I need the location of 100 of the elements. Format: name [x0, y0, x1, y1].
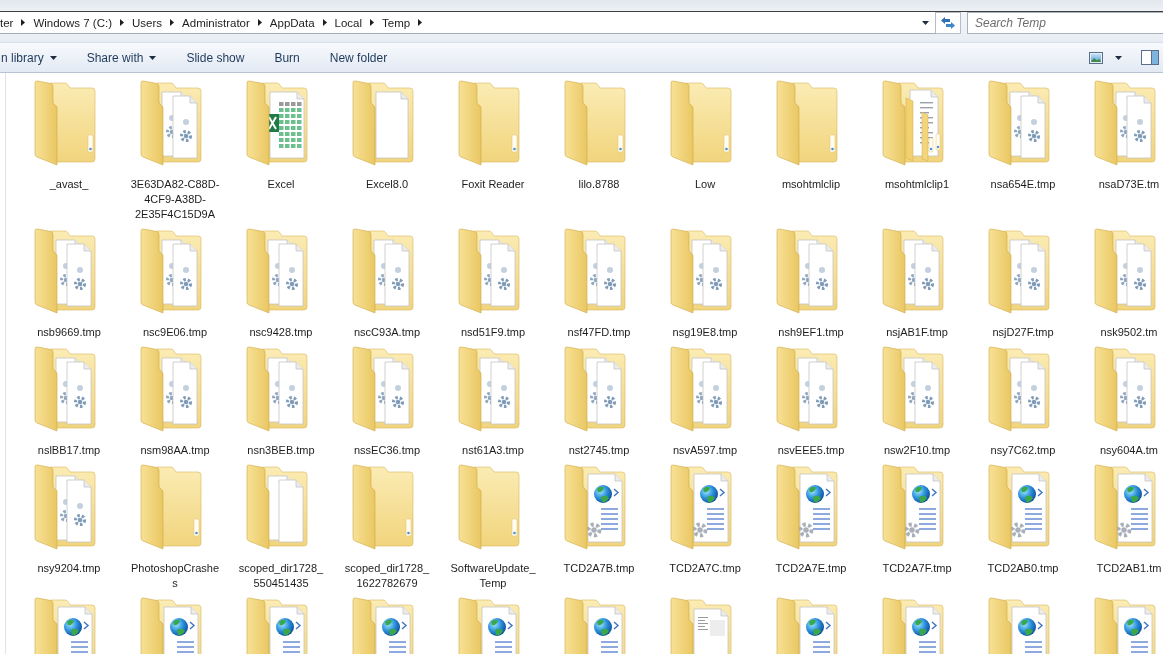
folder-name: nsn3BEB.tmp	[247, 443, 315, 458]
breadcrumb-item[interactable]: Temp	[378, 12, 415, 33]
toolbar-button[interactable]: Share with	[71, 45, 172, 70]
folder-icon[interactable]	[458, 346, 520, 432]
chevron-right-icon[interactable]	[21, 19, 26, 26]
folder-icon[interactable]	[564, 228, 626, 314]
folder-icon[interactable]	[882, 228, 944, 314]
folder-icon[interactable]	[246, 80, 308, 166]
folder-name: nsb9669.tmp	[37, 325, 101, 340]
folder-name: nsy9204.tmp	[37, 561, 101, 576]
folder-name: nst2745.tmp	[568, 443, 630, 458]
folder-name: nsa654E.tmp	[990, 177, 1056, 192]
folder-name: nscC93A.tmp	[354, 325, 420, 340]
caret-icon	[49, 55, 57, 60]
folder-icon[interactable]	[988, 228, 1050, 314]
folder-name: scoped_dir1728_550451435	[237, 561, 325, 591]
folder-icon[interactable]	[1094, 80, 1156, 166]
caret-icon	[1115, 55, 1122, 60]
folder-icon[interactable]	[776, 346, 838, 432]
folder-name: 3E63DA82-C88D-4CF9-A38D-2E35F4C15D9A	[130, 177, 220, 222]
folder-icon[interactable]	[670, 346, 732, 432]
folder-icon[interactable]	[882, 346, 944, 432]
preview-pane-icon	[1141, 50, 1159, 65]
caret-icon	[149, 55, 157, 60]
folder-icon[interactable]	[882, 464, 944, 550]
folder-name: nssEC36.tmp	[354, 443, 420, 458]
folder-name: nsf47FD.tmp	[567, 325, 631, 340]
breadcrumb-item[interactable]: Local	[330, 12, 367, 33]
folder-icon[interactable]	[776, 464, 838, 550]
folder-icon[interactable]	[988, 464, 1050, 550]
folder-name: Foxit Reader	[461, 177, 525, 192]
folder-name: TCD2A7F.tmp	[882, 561, 952, 576]
folder-name: Low	[694, 177, 716, 192]
address-bar[interactable]: ter Windows 7 (C:) Users Administrator AppData Local Temp	[0, 12, 936, 34]
refresh-button[interactable]	[936, 12, 961, 34]
folder-name: TCD2A7E.tmp	[775, 561, 847, 576]
search-field[interactable]: Search Temp	[967, 12, 1163, 34]
folder-icon[interactable]	[988, 346, 1050, 432]
chevron-right-icon[interactable]	[418, 19, 423, 26]
folder-icon[interactable]	[458, 228, 520, 314]
folder-name: nslBB17.tmp	[37, 443, 101, 458]
folder-icon[interactable]	[1094, 464, 1156, 550]
breadcrumb-item[interactable]: ter	[0, 12, 18, 33]
folder-icon[interactable]	[246, 346, 308, 432]
folder-icon[interactable]	[34, 346, 96, 432]
folder-icon[interactable]	[352, 346, 414, 432]
breadcrumb-item[interactable]: Windows 7 (C:)	[29, 12, 117, 33]
folder-icon[interactable]	[352, 228, 414, 314]
toolbar-button[interactable]: Burn	[259, 45, 315, 70]
folder-icon[interactable]	[670, 464, 732, 550]
folder-icon[interactable]	[882, 80, 944, 166]
folder-name: msohtmlclip1	[884, 177, 950, 192]
folder-icon[interactable]	[246, 228, 308, 314]
folder-name: TCD2A7B.tmp	[563, 561, 635, 576]
folder-name: nsy7C62.tmp	[990, 443, 1056, 458]
folder-name: nsw2F10.tmp	[884, 443, 950, 458]
folder-name: PhotoshopCrashes	[130, 561, 220, 591]
folder-icon[interactable]	[140, 346, 202, 432]
breadcrumb-item[interactable]: Users	[128, 12, 167, 33]
toolbar-button[interactable]: Slide show	[171, 45, 260, 70]
folder-icon[interactable]	[988, 80, 1050, 166]
folder-name: _avast_	[49, 177, 89, 192]
folder-name: nst61A3.tmp	[462, 443, 524, 458]
folder-icon[interactable]	[670, 228, 732, 314]
folder-name: nsvEEE5.tmp	[777, 443, 845, 458]
folder-icon[interactable]	[564, 346, 626, 432]
folder-icon[interactable]	[776, 228, 838, 314]
folder-name: nsy604A.tm	[1099, 443, 1159, 458]
chevron-right-icon[interactable]	[322, 19, 327, 26]
picture-icon	[1089, 51, 1103, 64]
folder-name: TCD2AB0.tmp	[987, 561, 1059, 576]
breadcrumb-item[interactable]: Administrator	[178, 12, 254, 33]
chevron-right-icon[interactable]	[120, 19, 125, 26]
folder-icon[interactable]	[564, 464, 626, 550]
toolbar-button[interactable]: New folder	[314, 45, 403, 70]
folder-icon[interactable]	[140, 80, 202, 166]
folder-icon[interactable]	[34, 464, 96, 550]
folder-name: nsh9EF1.tmp	[778, 325, 844, 340]
chevron-right-icon[interactable]	[257, 19, 262, 26]
folder-name: TCD2AB1.tm	[1096, 561, 1162, 576]
folder-name: nsc9E06.tmp	[142, 325, 208, 340]
folder-name: nsvA597.tmp	[672, 443, 738, 458]
folder-name: nsg19E8.tmp	[672, 325, 738, 340]
folder-name: TCD2A7C.tmp	[669, 561, 741, 576]
folder-name: nsjD27F.tmp	[992, 325, 1054, 340]
folder-icon[interactable]	[1094, 228, 1156, 314]
breadcrumb-item[interactable]: AppData	[265, 12, 319, 33]
folder-name: nsaD73E.tm	[1098, 177, 1160, 192]
folder-icon[interactable]	[140, 228, 202, 314]
folder-name: msohtmlclip	[781, 177, 841, 192]
chevron-right-icon[interactable]	[170, 19, 175, 26]
toolbar-button[interactable]: n library	[0, 45, 72, 70]
folder-icon[interactable]	[34, 228, 96, 314]
caret-icon	[922, 20, 929, 25]
folder-name: Excel8.0	[365, 177, 409, 192]
folder-name: SoftwareUpdate_Temp	[449, 561, 537, 591]
folder-icon[interactable]	[1094, 346, 1156, 432]
refresh-icon	[941, 17, 955, 29]
chevron-right-icon[interactable]	[370, 19, 375, 26]
folder-name: Excel	[267, 177, 295, 192]
